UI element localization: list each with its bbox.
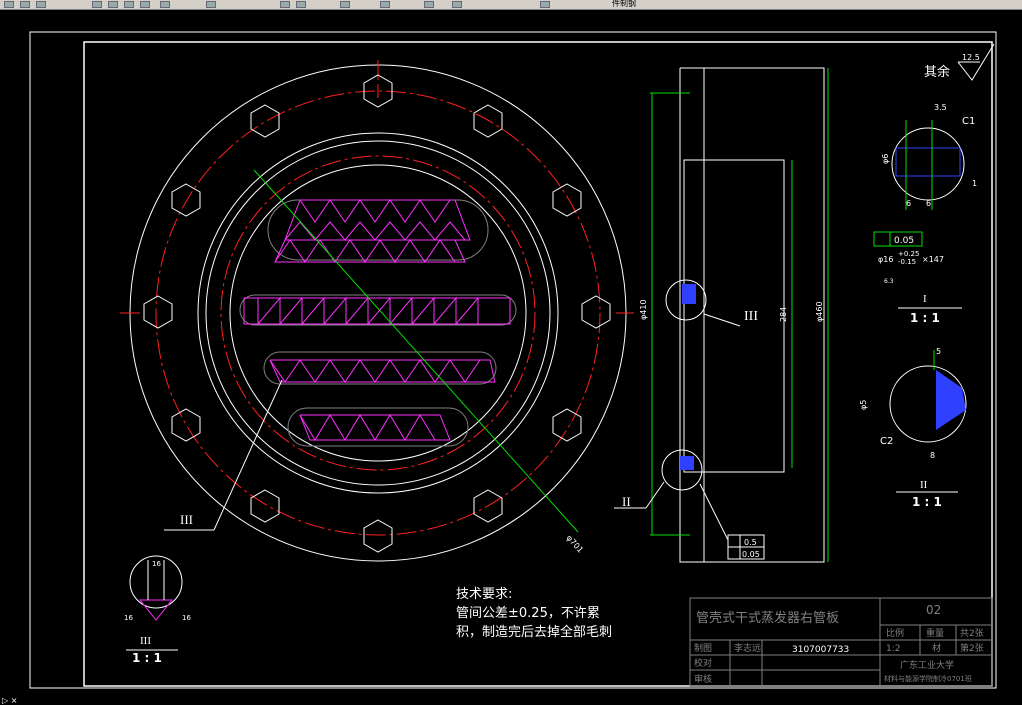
dim-d1-rough: 6.3 bbox=[884, 278, 894, 285]
dim-d1-hole-count: ×147 bbox=[922, 255, 944, 264]
dim-d1-35: 3.5 bbox=[934, 103, 947, 112]
tol-pos: 0.05 bbox=[742, 550, 760, 559]
part-name: 管壳式干式蒸发器右管板 bbox=[696, 610, 839, 626]
mat-value: 材 bbox=[932, 642, 941, 654]
detail-I-scale: 1 : 1 bbox=[910, 311, 940, 325]
roughness-value: 12.5 bbox=[962, 53, 980, 62]
sheet-label: 共2张 bbox=[960, 628, 984, 639]
dim-d2-5: 5 bbox=[936, 347, 941, 356]
inner-frame bbox=[83, 41, 993, 687]
zoom-window-icon[interactable] bbox=[296, 1, 306, 8]
row-drawn: 制图 bbox=[694, 642, 712, 654]
dept: 材料与能源学院制冷0701班 bbox=[884, 674, 972, 683]
school: 广东工业大学 bbox=[900, 659, 954, 671]
scale-label: 比例 bbox=[886, 627, 904, 639]
flange-outer bbox=[129, 64, 627, 562]
dim-style-icon[interactable] bbox=[452, 1, 462, 8]
detail-II-label: II bbox=[920, 479, 928, 491]
paste-icon[interactable] bbox=[124, 1, 134, 8]
toolbar-file-label: 件制钢 bbox=[612, 0, 636, 8]
pan-icon[interactable] bbox=[206, 1, 216, 8]
detail-I: 3.5 C1 φ6 6 6 1 0.05 φ16 +0.25 -0.15 ×14… bbox=[873, 103, 977, 325]
help-icon[interactable] bbox=[540, 1, 550, 8]
redo-icon[interactable] bbox=[160, 1, 170, 8]
properties-icon[interactable] bbox=[340, 1, 350, 8]
dim-diag: φ701 bbox=[565, 533, 585, 554]
tube-pattern bbox=[243, 199, 511, 441]
tube-boundary bbox=[229, 164, 527, 462]
text-style-icon[interactable] bbox=[424, 1, 434, 8]
dim-d2-phi5: φ5 bbox=[859, 400, 868, 410]
dim-d2-c2: C2 bbox=[880, 436, 893, 447]
outer-frame bbox=[29, 31, 997, 689]
bolt-circle bbox=[155, 90, 601, 536]
dim-side-284: 284 bbox=[779, 307, 788, 322]
dim-d1-hole: φ16 bbox=[878, 255, 893, 264]
drawn-by: 李志远 bbox=[734, 642, 761, 654]
dim-d3-a: 16 bbox=[124, 614, 133, 622]
copy-icon[interactable] bbox=[108, 1, 118, 8]
callout-III-front: III bbox=[180, 512, 193, 527]
dim-d1-1: 1 bbox=[972, 179, 977, 188]
dim-d3-b: 16 bbox=[182, 614, 191, 622]
detail-II-scale: 1 : 1 bbox=[912, 495, 942, 509]
flange-inner-1 bbox=[197, 132, 559, 494]
dim-d1-c1: C1 bbox=[962, 116, 975, 127]
drawing-no: 02 bbox=[926, 603, 941, 617]
open-icon[interactable] bbox=[4, 1, 14, 8]
row-review: 审核 bbox=[694, 673, 712, 685]
zoom-icon[interactable] bbox=[280, 1, 290, 8]
dim-d2-8: 8 bbox=[930, 451, 935, 460]
diameter-leader bbox=[253, 169, 579, 533]
dim-side-460: φ460 bbox=[815, 301, 824, 322]
print-icon[interactable] bbox=[36, 1, 46, 8]
detail-III-scale: 1 : 1 bbox=[132, 651, 162, 665]
side-view: φ410 284 φ460 III II 0.5 0.05 bbox=[614, 67, 829, 563]
dim-d1-6b: 6 bbox=[926, 199, 931, 208]
drawing-svg: φ701 III φ410 284 φ460 III II 0.5 0.05 其… bbox=[29, 31, 997, 689]
undo-icon[interactable] bbox=[140, 1, 150, 8]
notes-title: 技术要求: bbox=[456, 587, 512, 602]
scale-value: 1:2 bbox=[886, 644, 900, 654]
dim-d3-16: 16 bbox=[152, 560, 161, 568]
drawing-canvas[interactable]: φ701 III φ410 284 φ460 III II 0.5 0.05 其… bbox=[0, 10, 1022, 705]
toolbar: 件制钢 bbox=[0, 0, 1022, 10]
notes-line2: 积，制造完后去掉全部毛刺 bbox=[456, 624, 612, 640]
cut-icon[interactable] bbox=[92, 1, 102, 8]
detail-I-label: I bbox=[923, 293, 927, 305]
student-id: 3107007733 bbox=[792, 645, 849, 655]
dim-side-410: φ410 bbox=[639, 299, 648, 320]
callout-III-side: III bbox=[744, 309, 758, 324]
dim-d1-tol: 0.05 bbox=[894, 236, 914, 246]
tol-flat: 0.5 bbox=[744, 538, 757, 547]
qty-label: 重量 bbox=[926, 627, 944, 639]
detail-III: 16 16 16 III 1 : 1 bbox=[124, 555, 191, 665]
callout-II-side: II bbox=[622, 494, 631, 509]
dim-d1-phi6: φ6 bbox=[881, 154, 890, 164]
detail-II: 5 φ5 C2 8 II 1 : 1 bbox=[859, 347, 967, 509]
row-check: 校对 bbox=[694, 657, 712, 669]
notes-line1: 管间公差±0.25，不许累 bbox=[456, 606, 600, 621]
dim-d1-hole-upper: +0.25 bbox=[898, 250, 919, 258]
save-icon[interactable] bbox=[20, 1, 30, 8]
sheet-no: 第2张 bbox=[960, 642, 984, 654]
front-view: φ701 III bbox=[120, 60, 634, 562]
layer-icon[interactable] bbox=[380, 1, 390, 8]
detail-III-label: III bbox=[140, 635, 151, 647]
ucs-icon: ▷ × bbox=[2, 696, 18, 705]
tube-circle bbox=[220, 155, 536, 471]
dim-d1-6a: 6 bbox=[906, 199, 911, 208]
roughness-other: 其余 bbox=[924, 64, 950, 80]
dim-d1-hole-lower: -0.15 bbox=[898, 258, 916, 266]
